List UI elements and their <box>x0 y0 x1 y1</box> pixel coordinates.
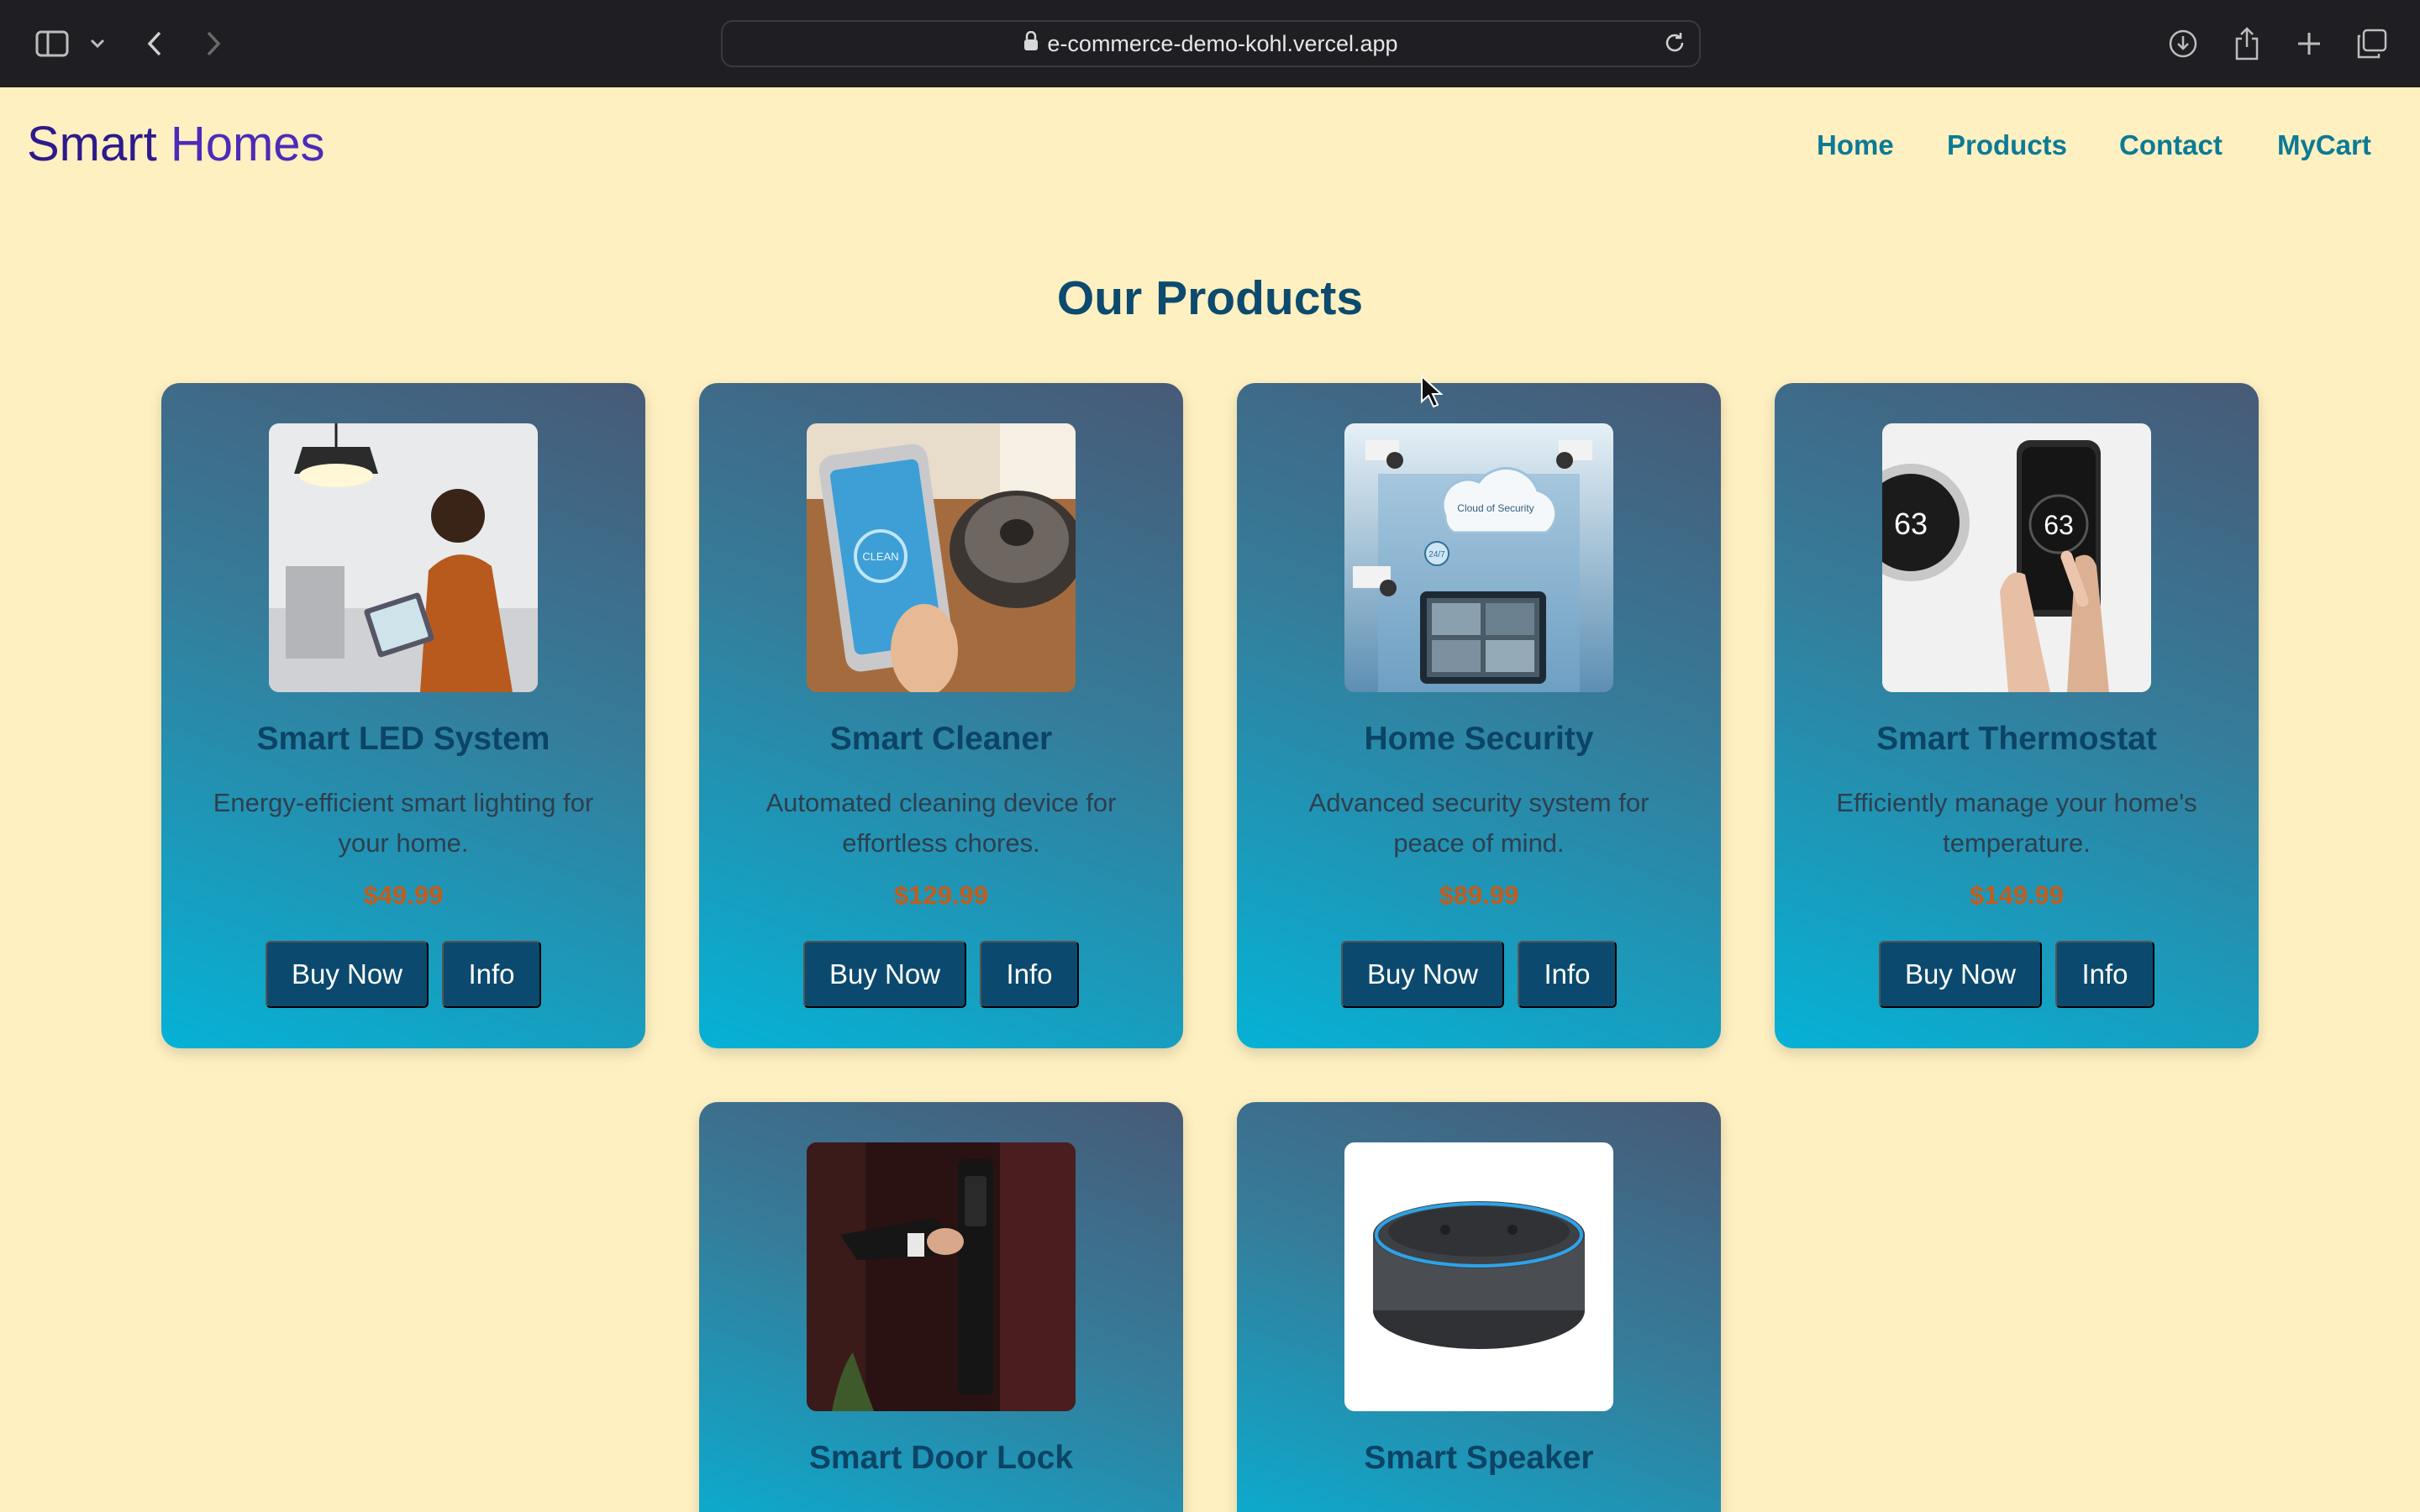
product-image-door-lock <box>807 1142 1076 1411</box>
brand-part2: Homes <box>170 117 325 171</box>
nav-home[interactable]: Home <box>1817 129 1894 161</box>
address-bar[interactable]: e-commerce-demo-kohl.vercel.app <box>721 20 1701 67</box>
thermostat-phone-text: 63 <box>2044 510 2074 540</box>
lock-icon <box>1023 30 1039 57</box>
browser-toolbar: e-commerce-demo-kohl.vercel.app <box>0 0 2420 87</box>
product-card-cleaner: CLEAN Smart Cleaner Automated cleaning d… <box>699 383 1183 1048</box>
product-image-security: Cloud of Security 24/7 <box>1344 423 1613 692</box>
tabs-icon[interactable] <box>2349 22 2393 66</box>
nav-products[interactable]: Products <box>1947 129 2067 161</box>
product-image-cleaner: CLEAN <box>807 423 1076 692</box>
cursor-icon <box>1420 374 1444 412</box>
download-icon[interactable] <box>2161 22 2205 66</box>
product-price: $89.99 <box>1439 880 1519 910</box>
buy-now-button[interactable]: Buy Now <box>1341 941 1504 1008</box>
info-button[interactable]: Info <box>1518 941 1617 1008</box>
sidebar-icon[interactable] <box>30 22 74 66</box>
forward-icon[interactable] <box>192 22 235 66</box>
info-button[interactable]: Info <box>2055 941 2154 1008</box>
product-name: Smart Door Lock <box>808 1440 1074 1476</box>
buy-now-button[interactable]: Buy Now <box>803 941 966 1008</box>
product-price: $49.99 <box>363 880 444 910</box>
share-icon[interactable] <box>2225 22 2269 66</box>
product-card-thermostat: 63 63 Smart Thermostat Efficiently manag… <box>1775 383 2259 1048</box>
url-text: e-commerce-demo-kohl.vercel.app <box>1047 30 1398 56</box>
product-price: $129.99 <box>893 880 989 910</box>
product-price: $149.99 <box>1969 880 2065 910</box>
buy-now-button[interactable]: Buy Now <box>1879 941 2042 1008</box>
product-name: Smart LED System <box>256 721 550 757</box>
security-badge-text: 24/7 <box>1428 550 1445 559</box>
product-card-led: Smart LED System Energy-efficient smart … <box>161 383 645 1048</box>
product-card-door-lock: Smart Door Lock <box>699 1102 1183 1512</box>
product-image-led <box>269 423 538 692</box>
chevron-down-icon[interactable] <box>76 22 119 66</box>
product-description: Automated cleaning device for effortless… <box>765 788 1117 858</box>
info-button[interactable]: Info <box>442 941 541 1008</box>
product-description: Energy-efficient smart lighting for your… <box>213 788 594 858</box>
back-icon[interactable] <box>133 22 176 66</box>
product-name: Home Security <box>1364 721 1594 757</box>
security-cloud-text: Cloud of Security <box>1457 502 1534 514</box>
site-logo[interactable]: Smart Homes <box>27 116 325 172</box>
product-image-thermostat: 63 63 <box>1882 423 2151 692</box>
product-image-speaker <box>1344 1142 1613 1411</box>
thermostat-wall-text: 63 <box>1894 507 1928 541</box>
product-card-speaker: Smart Speaker <box>1237 1102 1721 1512</box>
product-description: Efficiently manage your home's temperatu… <box>1836 788 2197 858</box>
reload-icon[interactable] <box>1662 30 1687 61</box>
nav-contact[interactable]: Contact <box>2119 129 2223 161</box>
info-button[interactable]: Info <box>980 941 1079 1008</box>
product-name: Smart Cleaner <box>829 721 1053 757</box>
page-title: Our Products <box>1056 271 1364 325</box>
product-description: Advanced security system for peace of mi… <box>1308 788 1649 858</box>
buy-now-button[interactable]: Buy Now <box>266 941 429 1008</box>
nav-mycart[interactable]: MyCart <box>2277 129 2371 161</box>
product-card-security: Cloud of Security 24/7 Home Security Adv… <box>1237 383 1721 1048</box>
plus-icon[interactable] <box>2287 22 2331 66</box>
product-name: Smart Thermostat <box>1876 721 2157 757</box>
brand-part1: Smart <box>27 117 171 171</box>
product-name: Smart Speaker <box>1364 1440 1594 1476</box>
cleaner-screen-text: CLEAN <box>862 550 898 563</box>
